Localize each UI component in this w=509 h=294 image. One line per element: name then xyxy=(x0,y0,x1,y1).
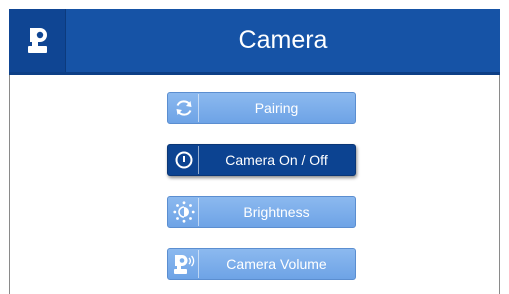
camera-screen: Camera Pairing Camera On / Off Brightnes… xyxy=(0,0,509,294)
camera-volume-icon xyxy=(174,255,195,274)
pairing-label: Pairing xyxy=(254,100,299,116)
pairing-icon-cell xyxy=(169,94,199,122)
brightness-icon-cell xyxy=(169,198,199,226)
brightness-button[interactable]: Brightness xyxy=(167,196,356,228)
camera-on-off-label: Camera On / Off xyxy=(225,152,328,168)
brightness-icon xyxy=(173,201,195,223)
power-icon xyxy=(175,151,193,169)
camera-on-off-button[interactable]: Camera On / Off xyxy=(167,144,356,176)
pairing-button[interactable]: Pairing xyxy=(167,92,356,124)
left-border xyxy=(9,75,10,294)
refresh-icon xyxy=(176,100,192,116)
camera-icon xyxy=(28,28,47,53)
header-icon-cell[interactable] xyxy=(9,9,66,72)
header-bar: Camera xyxy=(9,9,500,75)
brightness-label: Brightness xyxy=(243,204,310,220)
power-icon-cell xyxy=(169,146,199,174)
camera-volume-icon-cell xyxy=(169,250,199,278)
right-border xyxy=(499,75,500,294)
camera-volume-label: Camera Volume xyxy=(226,256,327,272)
camera-volume-button[interactable]: Camera Volume xyxy=(167,248,356,280)
page-title: Camera xyxy=(238,26,328,54)
